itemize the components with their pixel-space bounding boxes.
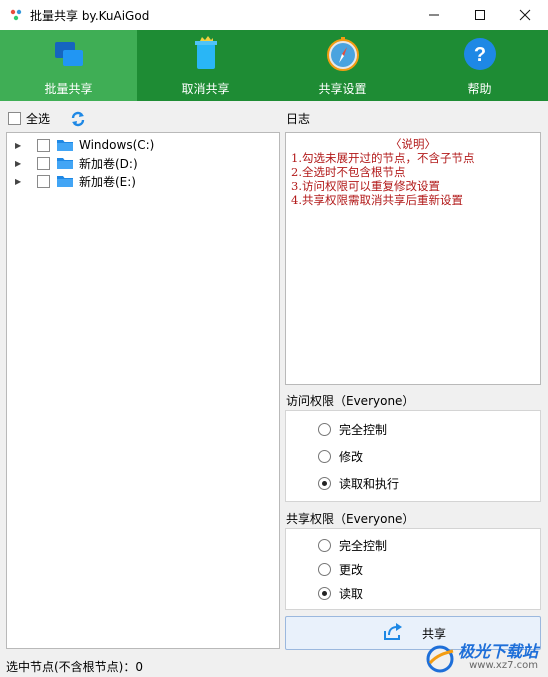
radio-label: 更改 bbox=[339, 563, 364, 577]
access-permission-title: 访问权限（Everyone） bbox=[286, 394, 415, 408]
log-line: 1.勾选未展开过的节点，不含子节点 bbox=[291, 151, 475, 165]
log-line: 4.共享权限需取消共享后重新设置 bbox=[291, 193, 463, 207]
cancel-share-label: 取消共享 bbox=[181, 82, 230, 96]
watermark-url: www.xz7.com bbox=[469, 660, 538, 671]
help-label: 帮助 bbox=[467, 82, 492, 96]
tree-node[interactable]: ▶ 新加卷(D:) bbox=[15, 154, 138, 172]
share-option-read[interactable]: 读取 bbox=[318, 585, 363, 602]
radio-button[interactable] bbox=[318, 450, 331, 463]
cancel-share-button[interactable]: 取消共享 bbox=[137, 30, 274, 101]
status-text: 选中节点(不含根节点)：0 bbox=[6, 660, 143, 674]
maximize-icon bbox=[475, 10, 485, 20]
close-icon bbox=[519, 9, 531, 21]
log-heading: 〈说明〉 bbox=[390, 137, 436, 151]
close-button[interactable] bbox=[502, 0, 548, 30]
drive-tree[interactable]: ▶ Windows(C:) ▶ 新加卷(D:) ▶ 新加卷(E:) bbox=[6, 132, 280, 649]
radio-button[interactable] bbox=[318, 423, 331, 436]
refresh-icon[interactable] bbox=[70, 111, 86, 127]
trash-can-icon bbox=[194, 36, 217, 69]
batch-share-button[interactable]: 批量共享 bbox=[0, 30, 137, 101]
maximize-button[interactable] bbox=[457, 0, 503, 30]
watermark-logo-icon bbox=[426, 645, 454, 673]
windows-share-icon bbox=[54, 42, 83, 66]
watermark-title: 极光下载站 bbox=[457, 642, 538, 661]
minimize-button[interactable] bbox=[411, 0, 457, 30]
access-option-modify[interactable]: 修改 bbox=[318, 448, 363, 465]
radio-button-selected[interactable] bbox=[318, 477, 331, 490]
share-option-full-control[interactable]: 完全控制 bbox=[318, 537, 387, 554]
radio-label: 读取 bbox=[339, 587, 364, 601]
share-arrow-icon bbox=[384, 623, 402, 640]
batch-share-label: 批量共享 bbox=[44, 82, 93, 96]
radio-label: 读取和执行 bbox=[339, 477, 400, 491]
window-title: 批量共享 by.KuAiGod bbox=[30, 9, 150, 23]
radio-button[interactable] bbox=[318, 563, 331, 576]
share-permission-group: 完全控制 更改 读取 bbox=[285, 528, 541, 610]
share-permission-title: 共享权限（Everyone） bbox=[286, 512, 415, 526]
folder-icon bbox=[57, 140, 73, 151]
expand-arrow-icon[interactable]: ▶ bbox=[15, 141, 25, 150]
radio-label: 修改 bbox=[339, 450, 364, 464]
access-permission-group: 完全控制 修改 读取和执行 bbox=[285, 410, 541, 502]
node-checkbox[interactable] bbox=[37, 156, 50, 170]
share-settings-label: 共享设置 bbox=[318, 82, 367, 96]
log-line: 3.访问权限可以重复修改设置 bbox=[291, 179, 440, 193]
share-button-label: 共享 bbox=[422, 627, 447, 641]
help-button[interactable]: ? 帮助 bbox=[411, 30, 548, 101]
access-option-read-execute[interactable]: 读取和执行 bbox=[318, 475, 399, 492]
node-label: 新加卷(D:) bbox=[79, 156, 138, 171]
radio-label: 完全控制 bbox=[339, 539, 388, 553]
minimize-icon bbox=[429, 14, 439, 16]
access-option-full-control[interactable]: 完全控制 bbox=[318, 421, 387, 438]
watermark: 极光下载站 www.xz7.com bbox=[425, 642, 538, 673]
toolbar: 批量共享 取消共享 共享设置 ? 帮助 bbox=[0, 30, 548, 101]
log-title: 日志 bbox=[286, 112, 311, 126]
folder-icon bbox=[57, 158, 73, 169]
node-label: Windows(C:) bbox=[79, 138, 155, 152]
share-settings-button[interactable]: 共享设置 bbox=[274, 30, 411, 101]
node-checkbox[interactable] bbox=[37, 138, 50, 152]
svg-text:?: ? bbox=[473, 44, 485, 66]
compass-icon bbox=[326, 37, 359, 71]
node-label: 新加卷(E:) bbox=[79, 174, 136, 189]
node-checkbox[interactable] bbox=[37, 174, 50, 188]
title-bar: 批量共享 by.KuAiGod bbox=[0, 0, 548, 30]
radio-label: 完全控制 bbox=[339, 423, 388, 437]
select-all-row: 全选 bbox=[8, 110, 86, 127]
log-box[interactable]: 〈说明〉 1.勾选未展开过的节点，不含子节点 2.全选时不包含根节点 3.访问权… bbox=[285, 132, 541, 385]
help-icon: ? bbox=[463, 38, 496, 70]
radio-button[interactable] bbox=[318, 539, 331, 552]
radio-button-selected[interactable] bbox=[318, 587, 331, 600]
log-line: 2.全选时不包含根节点 bbox=[291, 165, 406, 179]
share-option-change[interactable]: 更改 bbox=[318, 561, 363, 578]
tree-node[interactable]: ▶ 新加卷(E:) bbox=[15, 172, 136, 190]
app-logo-icon bbox=[10, 9, 22, 21]
expand-arrow-icon[interactable]: ▶ bbox=[15, 177, 25, 186]
expand-arrow-icon[interactable]: ▶ bbox=[15, 159, 25, 168]
folder-icon bbox=[57, 176, 73, 187]
tree-node[interactable]: ▶ Windows(C:) bbox=[15, 136, 154, 154]
select-all-checkbox[interactable] bbox=[8, 112, 21, 125]
select-all-label: 全选 bbox=[26, 112, 51, 126]
